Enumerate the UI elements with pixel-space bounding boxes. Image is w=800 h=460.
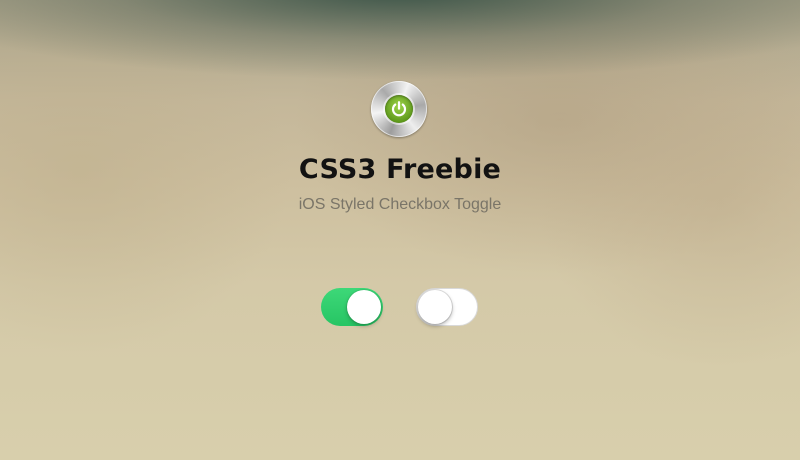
power-icon: [385, 95, 413, 123]
page-subtitle: iOS Styled Checkbox Toggle: [298, 196, 502, 213]
toggle-knob: [418, 290, 452, 324]
toggle-switch-on[interactable]: [321, 288, 383, 326]
power-button-badge: [371, 81, 427, 137]
toggle-knob: [347, 290, 381, 324]
page-title: CSS3 Freebie: [298, 154, 502, 185]
toggle-switch-off[interactable]: [416, 288, 478, 326]
